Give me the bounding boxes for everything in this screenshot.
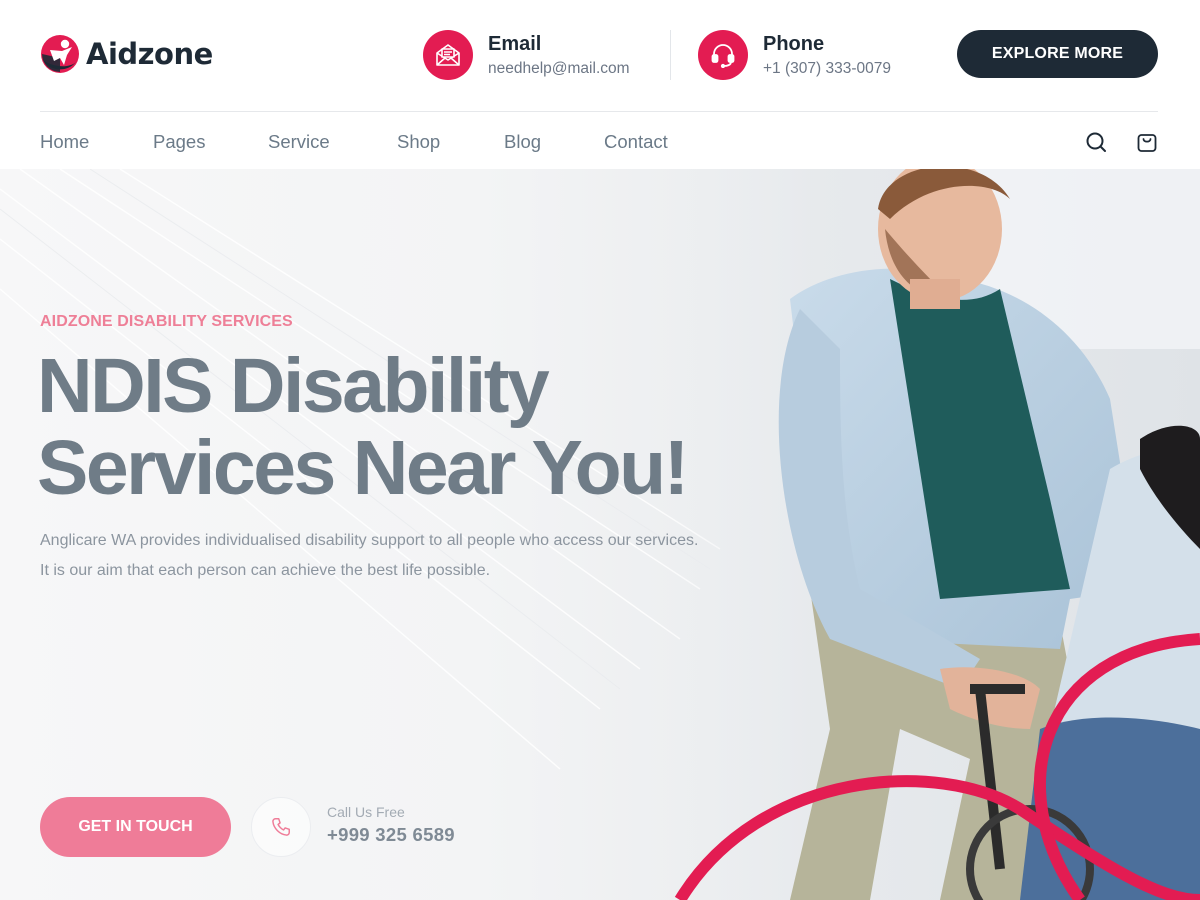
phone-icon bbox=[272, 818, 290, 836]
nav-item-service[interactable]: Service bbox=[268, 131, 330, 153]
hero-headline: NDIS Disability Services Near You! bbox=[37, 345, 757, 509]
email-contact[interactable]: Email needhelp@mail.com bbox=[423, 30, 630, 80]
headset-icon bbox=[698, 30, 748, 80]
call-button[interactable] bbox=[251, 797, 311, 857]
logo[interactable]: Aidzone bbox=[40, 34, 213, 74]
main-nav: Home Pages Service Shop Blog Contact bbox=[0, 112, 1200, 169]
description-line-1: Anglicare WA provides individualised dis… bbox=[40, 532, 699, 549]
header-divider bbox=[670, 30, 671, 80]
brand-name: Aidzone bbox=[86, 37, 213, 71]
logo-mark-icon bbox=[41, 35, 79, 73]
phone-contact[interactable]: Phone +1 (307) 333-0079 bbox=[698, 30, 891, 80]
get-in-touch-button[interactable]: GET IN TOUCH bbox=[40, 797, 231, 857]
phone-number[interactable]: +1 (307) 333-0079 bbox=[763, 59, 891, 79]
hero-eyebrow: AIDZONE DISABILITY SERVICES bbox=[40, 313, 293, 330]
email-title: Email bbox=[488, 32, 542, 55]
hero-section: AIDZONE DISABILITY SERVICES NDIS Disabil… bbox=[0, 169, 1200, 900]
top-header: Aidzone Email needhelp@mail.com Phone +1… bbox=[0, 0, 1200, 112]
nav-item-contact[interactable]: Contact bbox=[604, 131, 668, 153]
headline-line-1: NDIS Disability bbox=[37, 343, 550, 429]
explore-more-button[interactable]: EXPLORE MORE bbox=[957, 30, 1158, 78]
description-line-2: It is our aim that each person can achie… bbox=[40, 562, 491, 579]
nav-item-blog[interactable]: Blog bbox=[504, 131, 541, 153]
email-address[interactable]: needhelp@mail.com bbox=[488, 59, 630, 79]
call-us-free-label: Call Us Free bbox=[327, 804, 405, 820]
nav-item-shop[interactable]: Shop bbox=[397, 131, 440, 153]
headline-line-2: Services Near You! bbox=[37, 425, 689, 511]
cart-icon[interactable] bbox=[1135, 130, 1159, 154]
nav-item-home[interactable]: Home bbox=[40, 131, 89, 153]
phone-title: Phone bbox=[763, 32, 825, 55]
hero-description: Anglicare WA provides individualised dis… bbox=[40, 526, 760, 586]
nav-item-pages[interactable]: Pages bbox=[153, 131, 205, 153]
search-icon[interactable] bbox=[1084, 130, 1108, 154]
call-number[interactable]: +999 325 6589 bbox=[327, 824, 455, 846]
envelope-icon bbox=[423, 30, 473, 80]
